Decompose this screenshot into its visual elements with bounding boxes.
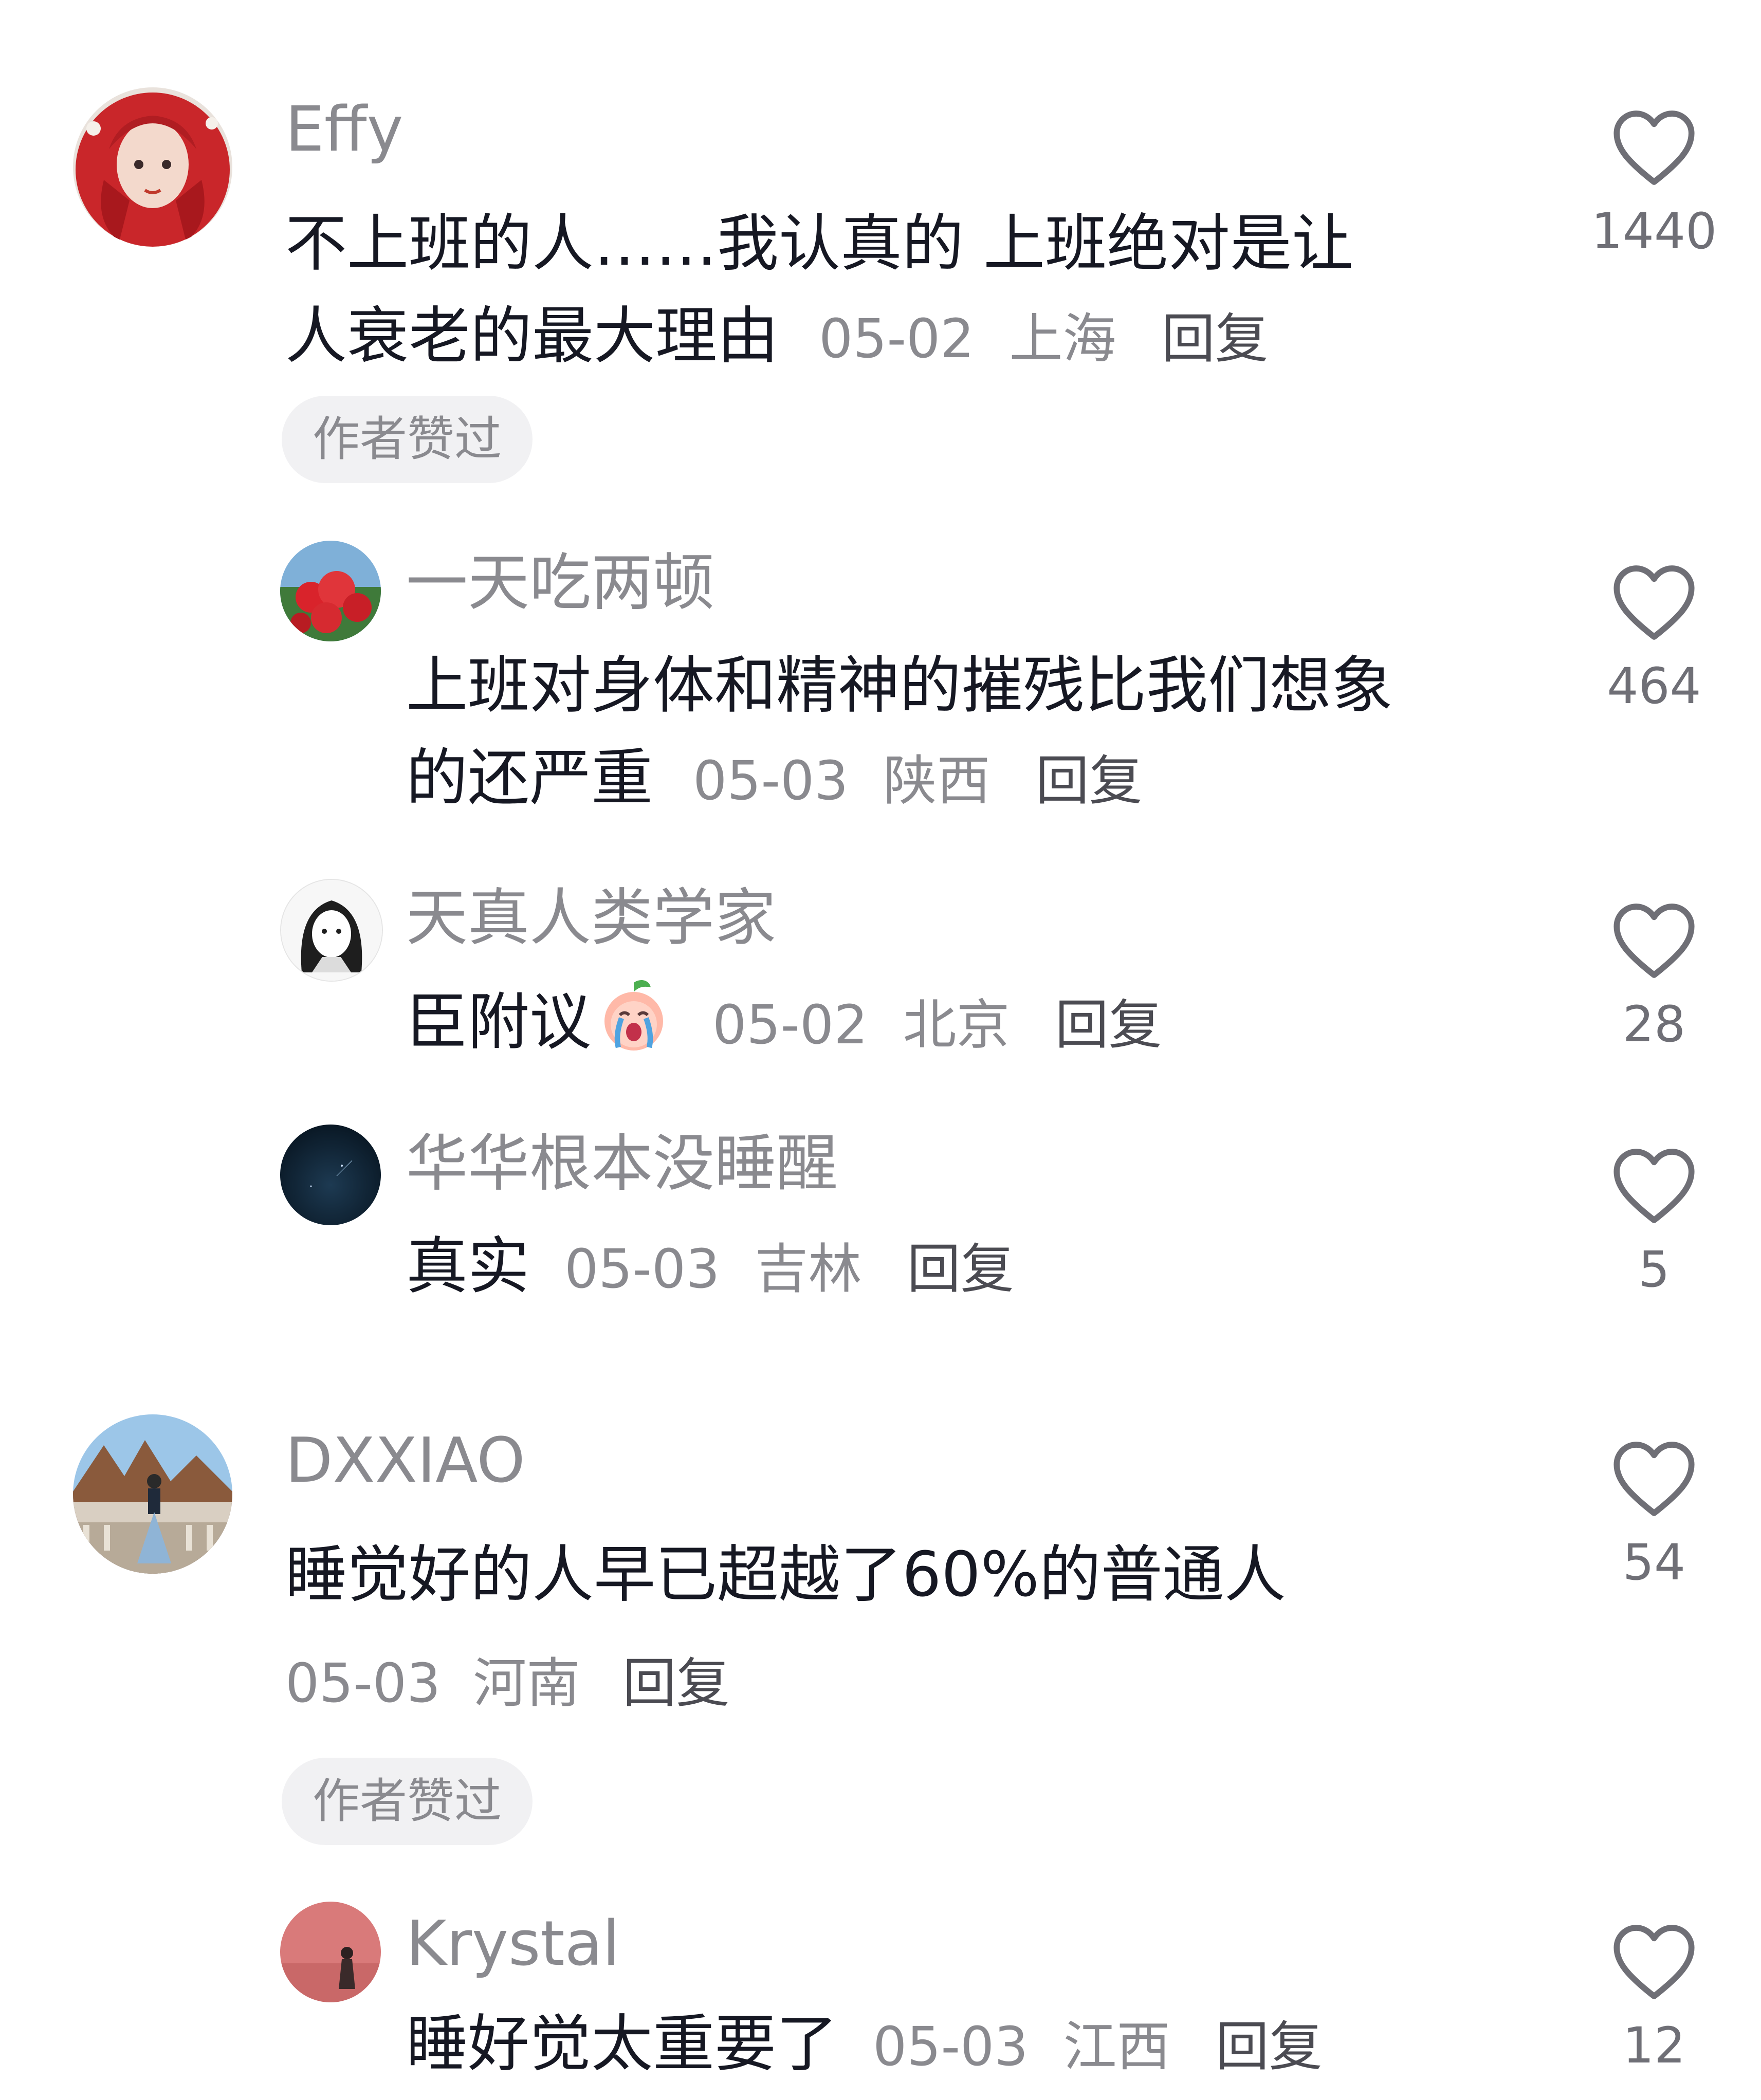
heart-icon[interactable] — [1608, 105, 1700, 188]
comment-date: 05-03 — [693, 749, 849, 812]
comment-date: 05-03 — [285, 1652, 441, 1715]
avatar[interactable] — [280, 879, 383, 982]
like-button[interactable]: 464 — [1577, 560, 1731, 720]
heart-icon[interactable] — [1608, 1144, 1700, 1226]
comment-meta: 05-03 河南 回复 — [285, 1645, 729, 1722]
like-count: 1440 — [1591, 202, 1717, 260]
heart-icon[interactable] — [1608, 560, 1700, 642]
reply-button[interactable]: 回复 — [1036, 749, 1143, 812]
username[interactable]: 天真人类学家 — [406, 880, 776, 957]
username[interactable]: 华华根本没睡醒 — [406, 1126, 838, 1203]
comment-text-line: 人衰老的最大理由 — [285, 301, 779, 372]
comment-text: 睡好觉太重要了 05-03 江西 回复 — [406, 1998, 1578, 2093]
like-button[interactable]: 1440 — [1577, 105, 1731, 265]
reply-button[interactable]: 回复 — [1055, 993, 1162, 1056]
comment-text: 臣附议 05-02 北京 回复 — [406, 977, 1578, 1079]
avatar[interactable] — [73, 1414, 232, 1574]
comment-text: 真实 05-03 吉林 回复 — [406, 1221, 1578, 1315]
reply-button[interactable]: 回复 — [1216, 2015, 1323, 2078]
heart-icon[interactable] — [1608, 1436, 1700, 1519]
comment-date: 05-03 — [564, 1238, 720, 1300]
comment-text: 不上班的人……我认真的 上班绝对是让 人衰老的最大理由 05-02 上海 回复 — [285, 198, 1545, 385]
comment-location: 北京 — [903, 993, 1010, 1056]
comment-date: 05-03 — [873, 2015, 1029, 2078]
like-count: 5 — [1638, 1241, 1670, 1298]
comment-text-line: 睡好觉太重要了 — [406, 2009, 838, 2080]
like-count: 464 — [1607, 657, 1701, 715]
like-button[interactable]: 5 — [1577, 1144, 1731, 1303]
like-button[interactable]: 28 — [1577, 898, 1731, 1058]
reply-button[interactable]: 回复 — [622, 1652, 729, 1715]
heart-icon[interactable] — [1608, 1920, 1700, 2002]
comment-location: 上海 — [1009, 307, 1116, 370]
comment-text-line: 臣附议 — [406, 987, 591, 1058]
username[interactable]: Krystal — [406, 1906, 620, 1983]
author-liked-badge: 作者赞过 — [282, 396, 533, 483]
like-count: 28 — [1622, 996, 1686, 1053]
comment-location: 江西 — [1063, 2015, 1170, 2078]
like-count: 12 — [1622, 2017, 1686, 2074]
reply-button[interactable]: 回复 — [907, 1238, 1014, 1300]
comment-location: 吉林 — [755, 1238, 862, 1300]
username[interactable]: Effy — [285, 91, 403, 169]
heart-icon[interactable] — [1608, 898, 1700, 981]
avatar[interactable] — [73, 87, 232, 247]
avatar[interactable] — [280, 1902, 381, 2002]
comment-text: 上班对身体和精神的摧残比我们想象 的还严重 05-03 陕西 回复 — [406, 640, 1578, 827]
reply-button[interactable]: 回复 — [1162, 307, 1269, 370]
comment-text-line-with-meta: 人衰老的最大理由 05-02 上海 回复 — [285, 290, 1545, 385]
comment-location: 河南 — [473, 1652, 580, 1715]
username[interactable]: 一天吃两顿 — [406, 545, 714, 622]
like-count: 54 — [1622, 1534, 1686, 1591]
comment-date: 05-02 — [819, 307, 975, 370]
username[interactable]: DXXIAO — [285, 1423, 525, 1500]
comment-text-line-with-meta: 的还严重 05-03 陕西 回复 — [406, 732, 1578, 827]
comment-text: 睡觉好的人早已超越了60%的普通人 — [285, 1539, 1286, 1611]
avatar[interactable] — [280, 1125, 381, 1225]
comment-location: 陕西 — [883, 749, 990, 812]
like-button[interactable]: 54 — [1577, 1436, 1731, 1596]
like-button[interactable]: 12 — [1577, 1920, 1731, 2079]
comment-date: 05-02 — [712, 993, 868, 1056]
comment-text-line: 不上班的人……我认真的 上班绝对是让 — [285, 208, 1354, 280]
comment-text-line: 的还严重 — [406, 743, 653, 814]
comment-text-line: 上班对身体和精神的摧残比我们想象 — [406, 650, 1393, 722]
crying-peach-emoji-icon — [595, 977, 672, 1079]
author-liked-badge: 作者赞过 — [282, 1758, 533, 1845]
avatar[interactable] — [280, 541, 381, 641]
comment-text-line: 真实 — [406, 1231, 529, 1302]
